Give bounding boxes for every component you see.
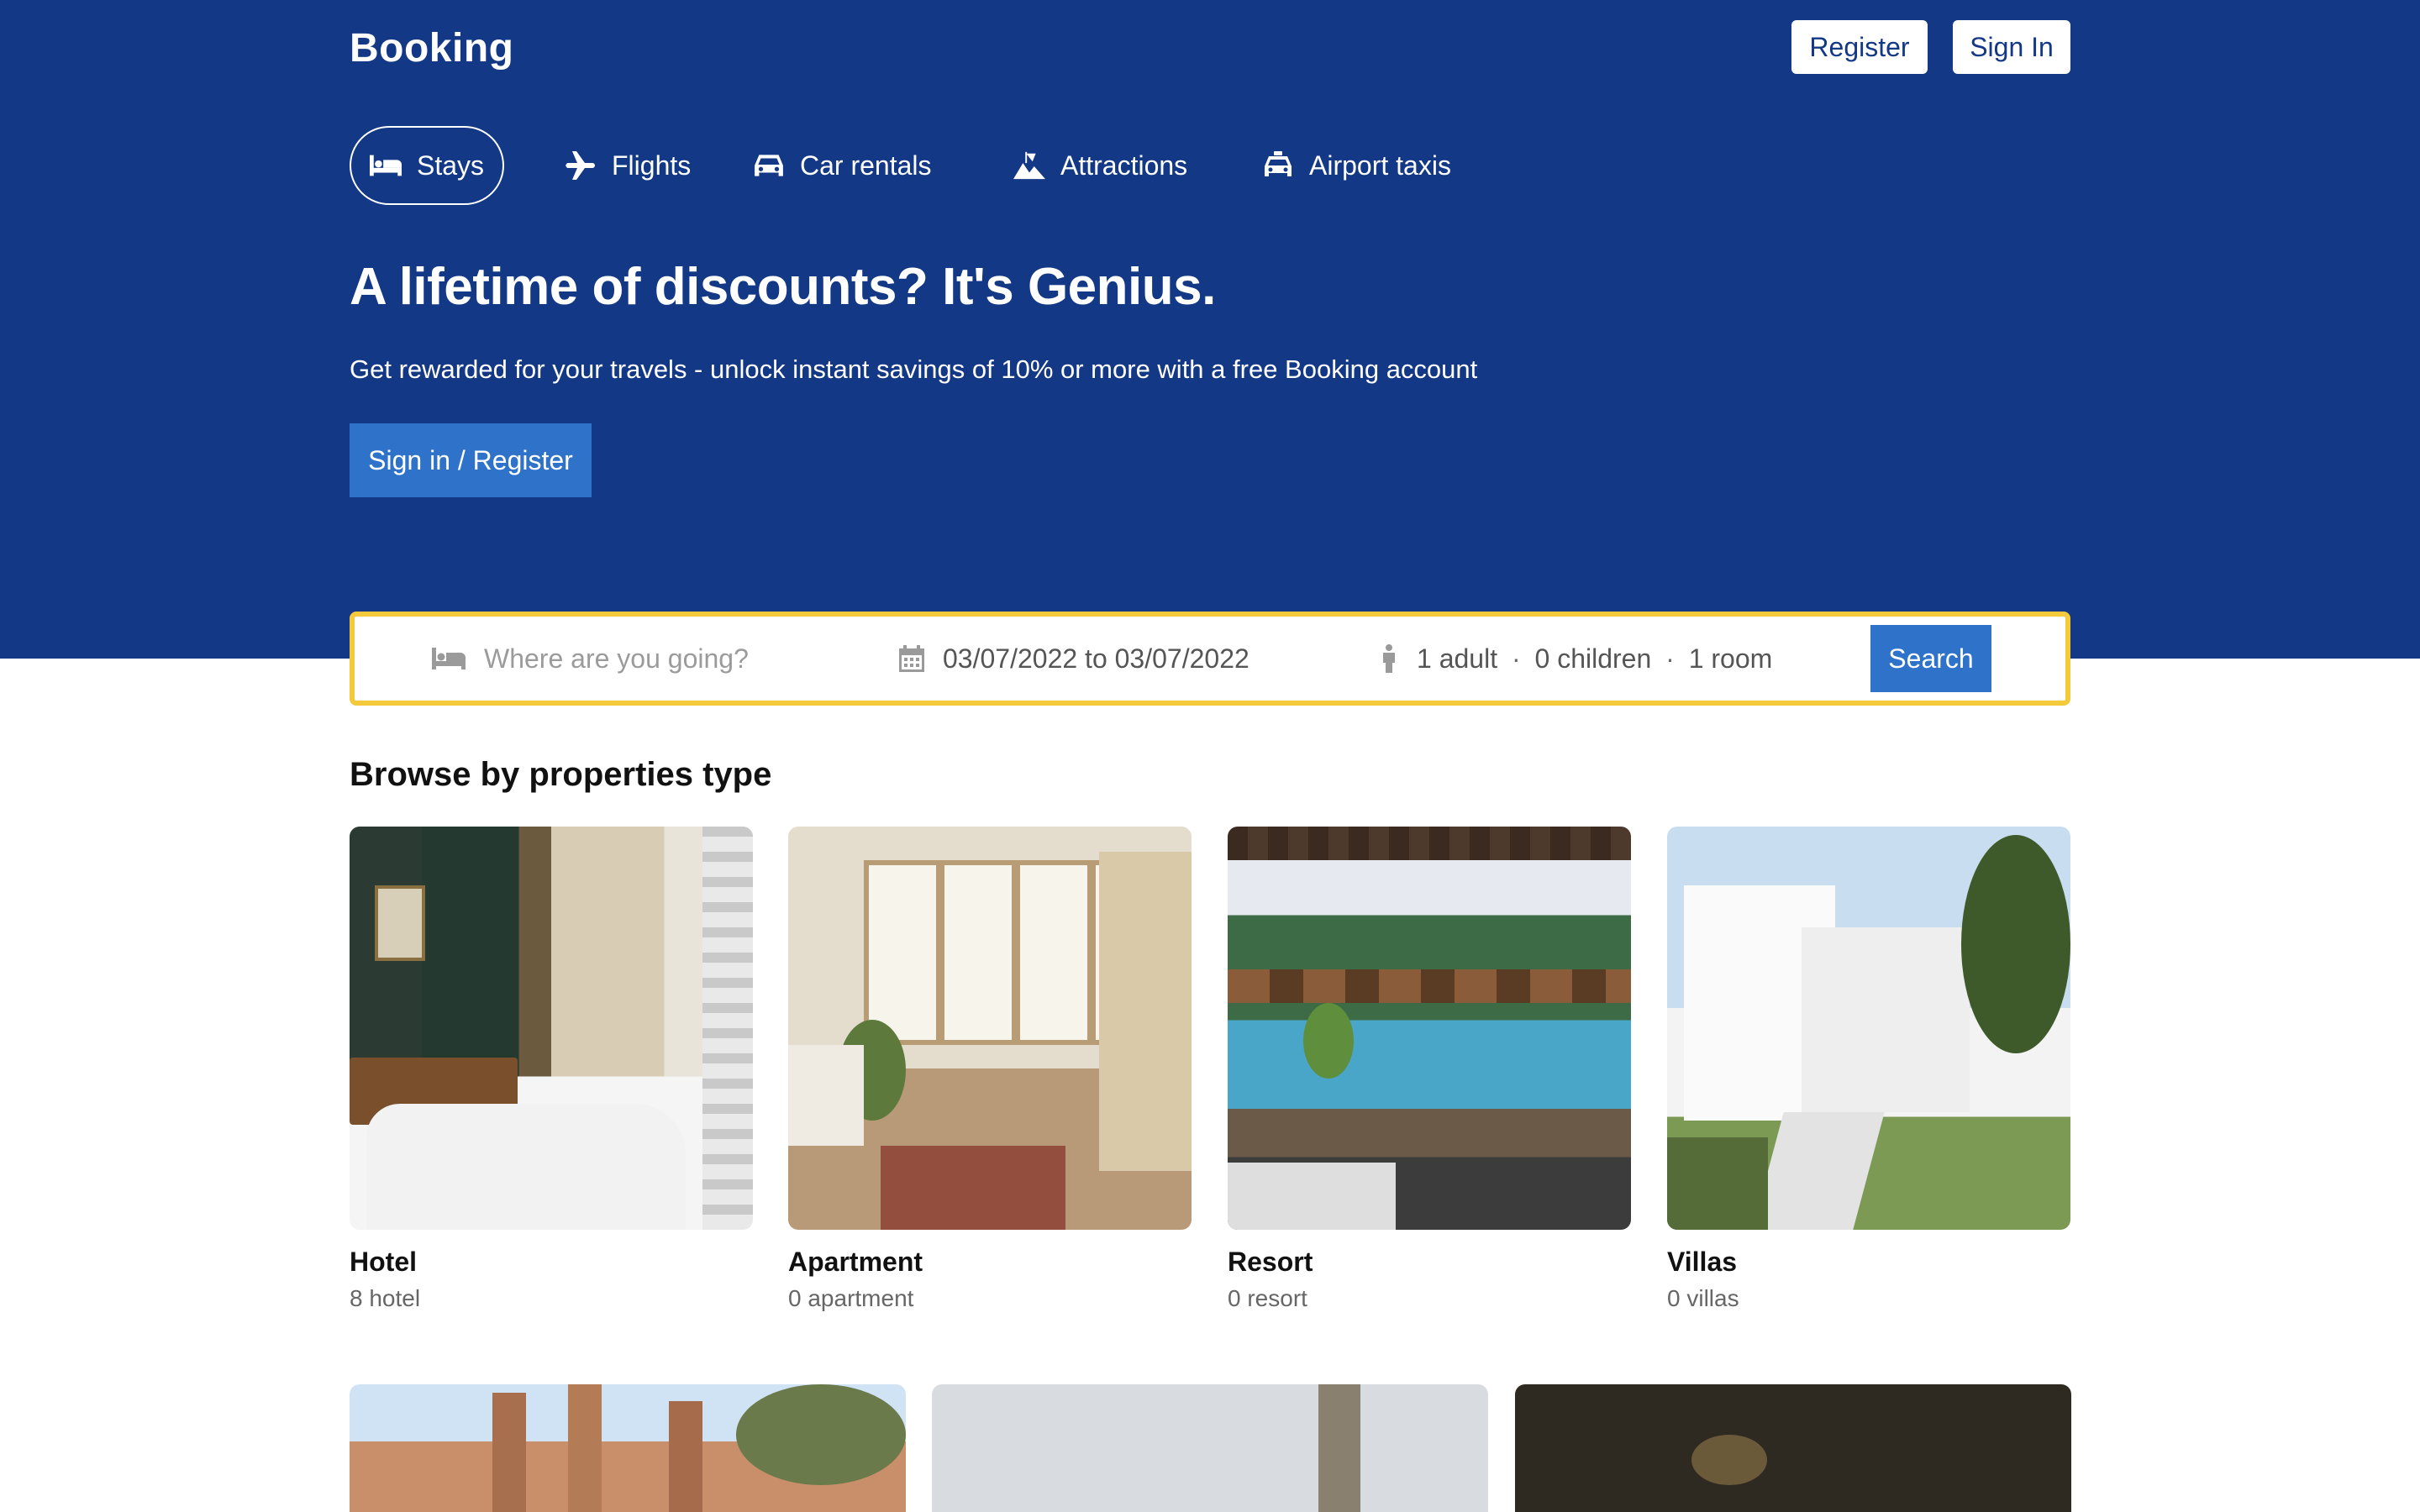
property-name: Villas	[1667, 1247, 1738, 1277]
destination-field[interactable]	[432, 617, 871, 701]
destination-card[interactable]	[932, 1384, 1488, 1512]
resort-image	[1228, 827, 1631, 1230]
property-name: Hotel	[350, 1247, 417, 1277]
rooms-text: 1 room	[1688, 643, 1773, 674]
destination-card[interactable]	[350, 1384, 906, 1512]
property-name: Resort	[1228, 1247, 1313, 1277]
property-card-hotel[interactable]: Hotel 8 hotel	[350, 827, 753, 1311]
hero-content: A lifetime of discounts? It's Genius. Ge…	[350, 0, 2070, 659]
property-card-apartment[interactable]: Apartment 0 apartment	[788, 827, 1192, 1311]
hero-subline: Get rewarded for your travels - unlock i…	[350, 354, 1478, 384]
separator: ·	[1511, 643, 1521, 674]
property-count: 8 hotel	[350, 1285, 421, 1311]
property-count: 0 villas	[1667, 1285, 1739, 1311]
date-field[interactable]: 03/07/2022 to 03/07/2022	[899, 617, 1249, 701]
calendar-icon	[899, 645, 924, 672]
section-title: Browse by properties type	[350, 756, 772, 793]
adults-text: 1 adult	[1417, 643, 1498, 674]
hero-header: Booking Register Sign In Stays Flights C…	[0, 0, 2420, 659]
search-button[interactable]: Search	[1870, 625, 1991, 692]
apartment-image	[788, 827, 1192, 1230]
guests-field[interactable]: 1 adult · 0 children · 1 room	[1380, 617, 1772, 701]
property-count: 0 resort	[1228, 1285, 1307, 1311]
destination-card[interactable]	[1515, 1384, 2071, 1512]
property-card-villas[interactable]: Villas 0 villas	[1667, 827, 2070, 1311]
property-card-resort[interactable]: Resort 0 resort	[1228, 827, 1631, 1311]
date-range-text: 03/07/2022 to 03/07/2022	[943, 643, 1249, 674]
children-text: 0 children	[1534, 643, 1652, 674]
sign-in-register-button[interactable]: Sign in / Register	[350, 423, 592, 497]
person-icon	[1383, 644, 1395, 673]
destination-input[interactable]	[484, 643, 871, 675]
property-count: 0 apartment	[788, 1285, 914, 1311]
search-bar: 03/07/2022 to 03/07/2022 1 adult · 0 chi…	[350, 612, 2070, 706]
page: Booking Register Sign In Stays Flights C…	[0, 0, 2420, 1512]
villas-image	[1667, 827, 2070, 1230]
property-name: Apartment	[788, 1247, 923, 1277]
separator: ·	[1665, 643, 1675, 674]
bed-icon	[432, 648, 466, 669]
hero-headline: A lifetime of discounts? It's Genius.	[350, 258, 1216, 316]
hotel-image	[350, 827, 753, 1230]
